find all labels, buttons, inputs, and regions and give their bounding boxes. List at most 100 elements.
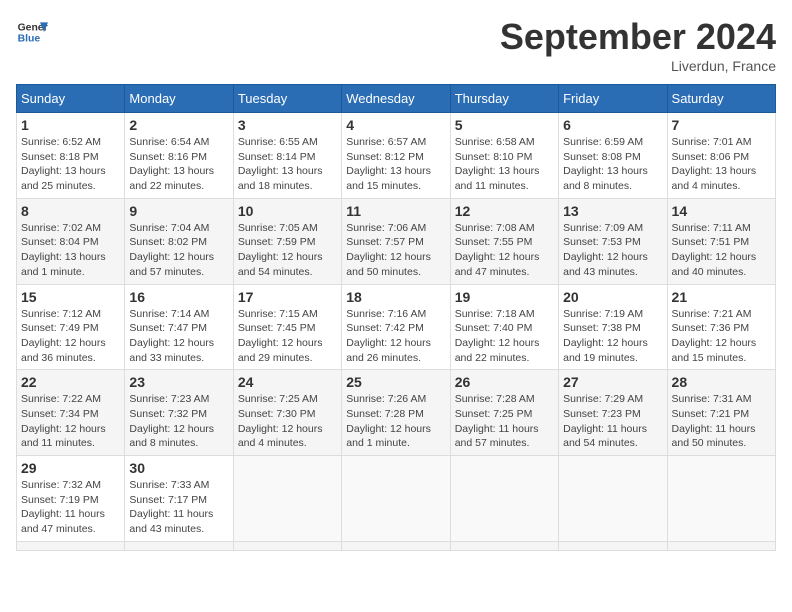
svg-text:Blue: Blue (18, 34, 41, 45)
calendar-week-row: 8 Sunrise: 7:02 AMSunset: 8:04 PMDayligh… (17, 198, 776, 284)
day-info: Sunrise: 7:02 AMSunset: 8:04 PMDaylight:… (21, 221, 120, 280)
calendar-week-row: 1 Sunrise: 6:52 AMSunset: 8:18 PMDayligh… (17, 113, 776, 199)
day-info: Sunrise: 7:29 AMSunset: 7:23 PMDaylight:… (563, 392, 662, 451)
day-number: 9 (129, 203, 228, 219)
day-cell-15: 15 Sunrise: 7:12 AMSunset: 7:49 PMDaylig… (17, 284, 125, 370)
day-number: 11 (346, 203, 445, 219)
day-info: Sunrise: 7:22 AMSunset: 7:34 PMDaylight:… (21, 392, 120, 451)
day-cell-2: 2 Sunrise: 6:54 AMSunset: 8:16 PMDayligh… (125, 113, 233, 199)
day-number: 18 (346, 289, 445, 305)
day-cell-3: 3 Sunrise: 6:55 AMSunset: 8:14 PMDayligh… (233, 113, 341, 199)
day-info: Sunrise: 7:06 AMSunset: 7:57 PMDaylight:… (346, 221, 445, 280)
day-info: Sunrise: 6:54 AMSunset: 8:16 PMDaylight:… (129, 135, 228, 194)
day-cell-6: 6 Sunrise: 6:59 AMSunset: 8:08 PMDayligh… (559, 113, 667, 199)
calendar-week-row (17, 541, 776, 550)
day-number: 23 (129, 374, 228, 390)
day-number: 16 (129, 289, 228, 305)
day-number: 30 (129, 460, 228, 476)
day-cell-16: 16 Sunrise: 7:14 AMSunset: 7:47 PMDaylig… (125, 284, 233, 370)
day-number: 2 (129, 117, 228, 133)
empty-cell (233, 541, 341, 550)
weekday-header-row: Sunday Monday Tuesday Wednesday Thursday… (17, 85, 776, 113)
day-info: Sunrise: 7:08 AMSunset: 7:55 PMDaylight:… (455, 221, 554, 280)
day-info: Sunrise: 7:05 AMSunset: 7:59 PMDaylight:… (238, 221, 337, 280)
day-info: Sunrise: 7:12 AMSunset: 7:49 PMDaylight:… (21, 307, 120, 366)
day-number: 26 (455, 374, 554, 390)
header-sunday: Sunday (17, 85, 125, 113)
month-title: September 2024 (500, 16, 776, 58)
day-number: 20 (563, 289, 662, 305)
day-info: Sunrise: 7:16 AMSunset: 7:42 PMDaylight:… (346, 307, 445, 366)
day-cell-8: 8 Sunrise: 7:02 AMSunset: 8:04 PMDayligh… (17, 198, 125, 284)
day-info: Sunrise: 7:23 AMSunset: 7:32 PMDaylight:… (129, 392, 228, 451)
day-number: 4 (346, 117, 445, 133)
empty-cell (125, 541, 233, 550)
empty-cell (559, 456, 667, 542)
day-cell-19: 19 Sunrise: 7:18 AMSunset: 7:40 PMDaylig… (450, 284, 558, 370)
day-info: Sunrise: 7:09 AMSunset: 7:53 PMDaylight:… (563, 221, 662, 280)
location: Liverdun, France (500, 58, 776, 74)
header-saturday: Saturday (667, 85, 775, 113)
day-info: Sunrise: 7:33 AMSunset: 7:17 PMDaylight:… (129, 478, 228, 537)
day-info: Sunrise: 7:26 AMSunset: 7:28 PMDaylight:… (346, 392, 445, 451)
day-cell-4: 4 Sunrise: 6:57 AMSunset: 8:12 PMDayligh… (342, 113, 450, 199)
day-cell-27: 27 Sunrise: 7:29 AMSunset: 7:23 PMDaylig… (559, 370, 667, 456)
day-cell-28: 28 Sunrise: 7:31 AMSunset: 7:21 PMDaylig… (667, 370, 775, 456)
day-info: Sunrise: 7:11 AMSunset: 7:51 PMDaylight:… (672, 221, 771, 280)
day-number: 22 (21, 374, 120, 390)
day-cell-11: 11 Sunrise: 7:06 AMSunset: 7:57 PMDaylig… (342, 198, 450, 284)
header-wednesday: Wednesday (342, 85, 450, 113)
empty-cell (450, 456, 558, 542)
day-info: Sunrise: 7:15 AMSunset: 7:45 PMDaylight:… (238, 307, 337, 366)
day-number: 24 (238, 374, 337, 390)
empty-cell (559, 541, 667, 550)
day-cell-9: 9 Sunrise: 7:04 AMSunset: 8:02 PMDayligh… (125, 198, 233, 284)
page-header: General Blue September 2024 Liverdun, Fr… (16, 16, 776, 74)
day-number: 29 (21, 460, 120, 476)
day-number: 27 (563, 374, 662, 390)
day-number: 8 (21, 203, 120, 219)
title-area: September 2024 Liverdun, France (500, 16, 776, 74)
day-cell-26: 26 Sunrise: 7:28 AMSunset: 7:25 PMDaylig… (450, 370, 558, 456)
empty-cell (233, 456, 341, 542)
day-number: 14 (672, 203, 771, 219)
day-number: 15 (21, 289, 120, 305)
day-number: 6 (563, 117, 662, 133)
empty-cell (450, 541, 558, 550)
day-cell-22: 22 Sunrise: 7:22 AMSunset: 7:34 PMDaylig… (17, 370, 125, 456)
day-number: 25 (346, 374, 445, 390)
empty-cell (667, 541, 775, 550)
day-info: Sunrise: 6:52 AMSunset: 8:18 PMDaylight:… (21, 135, 120, 194)
day-number: 19 (455, 289, 554, 305)
empty-cell (17, 541, 125, 550)
day-cell-20: 20 Sunrise: 7:19 AMSunset: 7:38 PMDaylig… (559, 284, 667, 370)
day-number: 21 (672, 289, 771, 305)
day-number: 5 (455, 117, 554, 133)
day-cell-24: 24 Sunrise: 7:25 AMSunset: 7:30 PMDaylig… (233, 370, 341, 456)
day-info: Sunrise: 7:18 AMSunset: 7:40 PMDaylight:… (455, 307, 554, 366)
day-number: 3 (238, 117, 337, 133)
day-cell-17: 17 Sunrise: 7:15 AMSunset: 7:45 PMDaylig… (233, 284, 341, 370)
empty-cell (667, 456, 775, 542)
day-info: Sunrise: 7:21 AMSunset: 7:36 PMDaylight:… (672, 307, 771, 366)
day-cell-21: 21 Sunrise: 7:21 AMSunset: 7:36 PMDaylig… (667, 284, 775, 370)
day-number: 28 (672, 374, 771, 390)
day-cell-13: 13 Sunrise: 7:09 AMSunset: 7:53 PMDaylig… (559, 198, 667, 284)
day-info: Sunrise: 7:14 AMSunset: 7:47 PMDaylight:… (129, 307, 228, 366)
calendar-week-row: 22 Sunrise: 7:22 AMSunset: 7:34 PMDaylig… (17, 370, 776, 456)
empty-cell (342, 541, 450, 550)
day-info: Sunrise: 7:04 AMSunset: 8:02 PMDaylight:… (129, 221, 228, 280)
day-cell-5: 5 Sunrise: 6:58 AMSunset: 8:10 PMDayligh… (450, 113, 558, 199)
day-info: Sunrise: 7:01 AMSunset: 8:06 PMDaylight:… (672, 135, 771, 194)
day-info: Sunrise: 7:31 AMSunset: 7:21 PMDaylight:… (672, 392, 771, 451)
calendar-week-row: 29 Sunrise: 7:32 AMSunset: 7:19 PMDaylig… (17, 456, 776, 542)
day-cell-12: 12 Sunrise: 7:08 AMSunset: 7:55 PMDaylig… (450, 198, 558, 284)
day-cell-1: 1 Sunrise: 6:52 AMSunset: 8:18 PMDayligh… (17, 113, 125, 199)
logo-icon: General Blue (16, 16, 48, 48)
day-number: 10 (238, 203, 337, 219)
header-friday: Friday (559, 85, 667, 113)
day-info: Sunrise: 6:57 AMSunset: 8:12 PMDaylight:… (346, 135, 445, 194)
day-cell-18: 18 Sunrise: 7:16 AMSunset: 7:42 PMDaylig… (342, 284, 450, 370)
day-info: Sunrise: 7:19 AMSunset: 7:38 PMDaylight:… (563, 307, 662, 366)
logo: General Blue (16, 16, 48, 48)
